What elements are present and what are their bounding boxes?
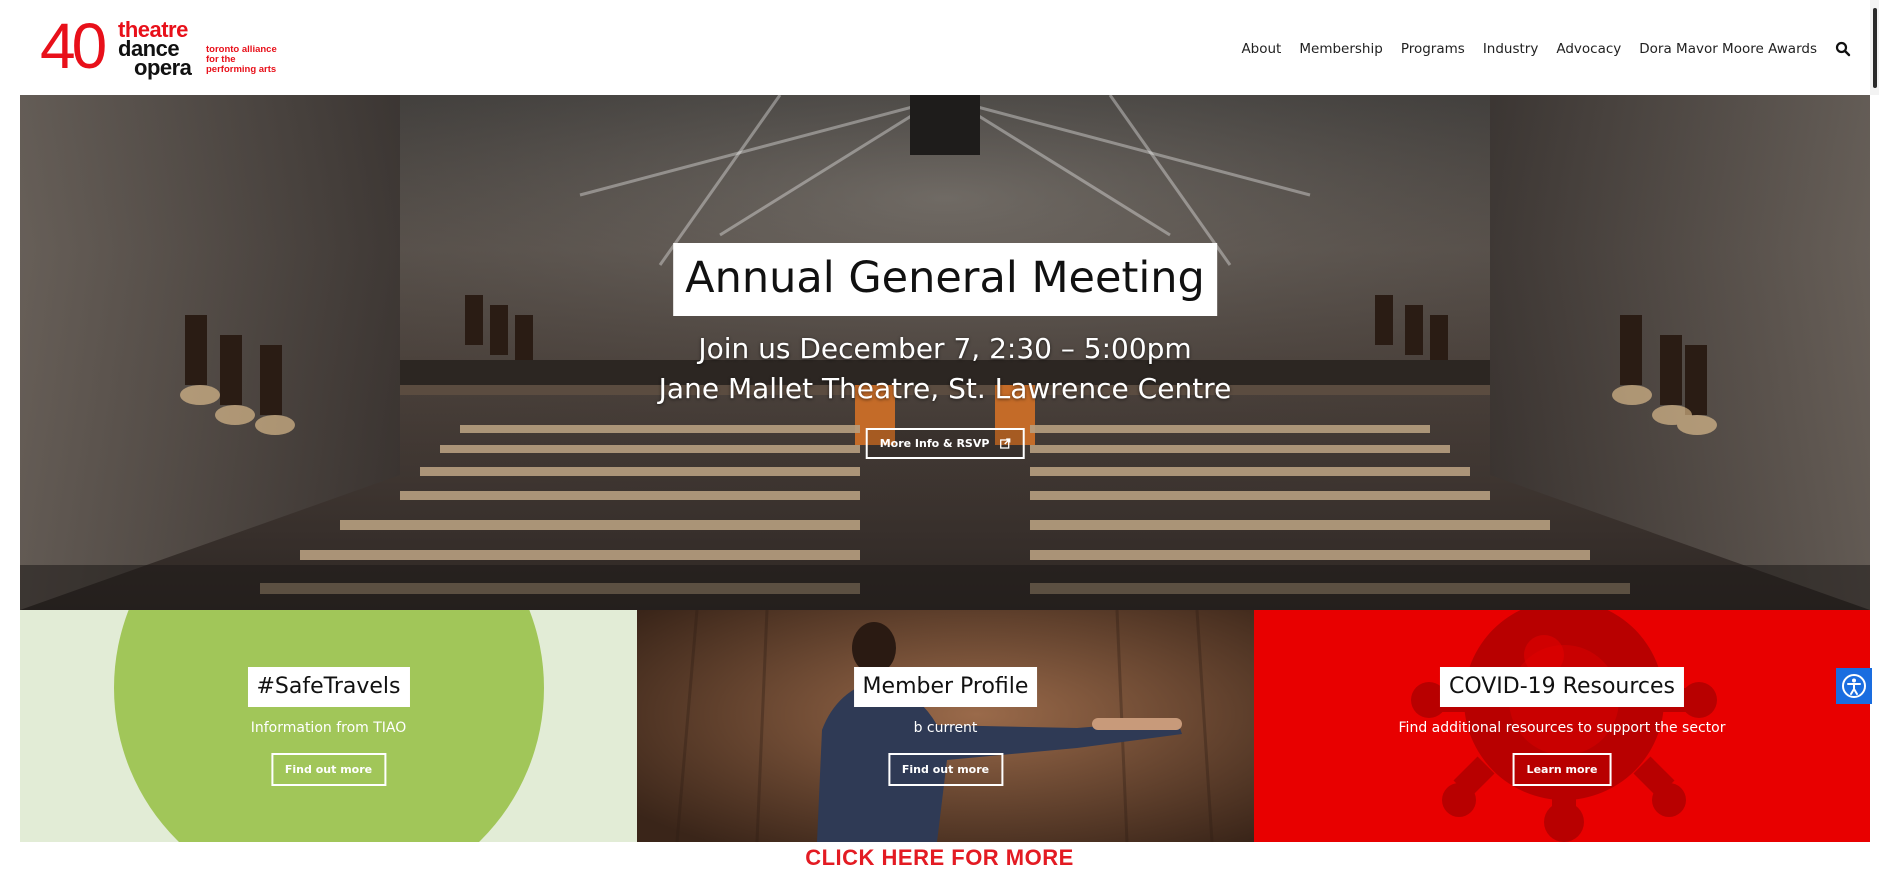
card-title: Member Profile — [853, 667, 1038, 707]
find-out-more-button[interactable]: Find out more — [270, 753, 387, 786]
hero-content: Annual General Meeting Join us December … — [20, 95, 1870, 610]
logo-tagline: toronto alliance for the performing arts — [206, 45, 277, 75]
accessibility-button[interactable] — [1836, 668, 1872, 704]
search-icon[interactable] — [1835, 41, 1851, 57]
hero-venue: Jane Mallet Theatre, St. Lawrence Centre — [658, 372, 1232, 405]
external-link-icon — [999, 438, 1010, 449]
hero-title: Annual General Meeting — [673, 243, 1217, 316]
nav-item-dora-awards[interactable]: Dora Mavor Moore Awards — [1639, 41, 1817, 57]
main-nav: About Membership Programs Industry Advoc… — [1223, 41, 1851, 57]
logo-wordmark: theatre dance opera — [118, 19, 192, 79]
logo-tagline-line: performing arts — [206, 64, 277, 75]
find-out-more-button[interactable]: Find out more — [887, 753, 1004, 786]
hero-date: Join us December 7, 2:30 – 5:00pm — [698, 332, 1192, 365]
rsvp-button-label: More Info & RSVP — [879, 437, 990, 450]
card-title: #SafeTravels — [247, 667, 410, 707]
click-here-for-more-link[interactable]: CLICK HERE FOR MORE — [0, 845, 1879, 871]
page-scrollbar[interactable] — [1870, 0, 1879, 95]
site-logo[interactable]: 40 theatre dance opera toronto alliance … — [40, 14, 300, 80]
card-member-profile: Member Profile b current Find out more — [637, 610, 1254, 842]
nav-item-advocacy[interactable]: Advocacy — [1556, 41, 1621, 57]
nav-item-membership[interactable]: Membership — [1299, 41, 1382, 57]
nav-item-about[interactable]: About — [1241, 41, 1281, 57]
learn-more-button[interactable]: Learn more — [1512, 753, 1612, 786]
scrollbar-thumb[interactable] — [1873, 8, 1877, 88]
logo-number: 40 — [40, 10, 107, 82]
nav-item-industry[interactable]: Industry — [1483, 41, 1539, 57]
card-safe-travels: #SafeTravels Information from TIAO Find … — [20, 610, 637, 842]
nav-item-programs[interactable]: Programs — [1401, 41, 1465, 57]
card-title: COVID-19 Resources — [1439, 667, 1685, 707]
card-covid-resources: COVID-19 Resources Find additional resou… — [1254, 610, 1870, 842]
site-header: 40 theatre dance opera toronto alliance … — [0, 0, 1879, 95]
accessibility-icon — [1842, 674, 1866, 698]
card-subtitle: Information from TIAO — [250, 720, 407, 736]
card-subtitle: b current — [913, 720, 978, 736]
hero-banner: Annual General Meeting Join us December … — [20, 95, 1870, 610]
rsvp-button[interactable]: More Info & RSVP — [865, 428, 1025, 459]
card-subtitle: Find additional resources to support the… — [1398, 720, 1726, 736]
